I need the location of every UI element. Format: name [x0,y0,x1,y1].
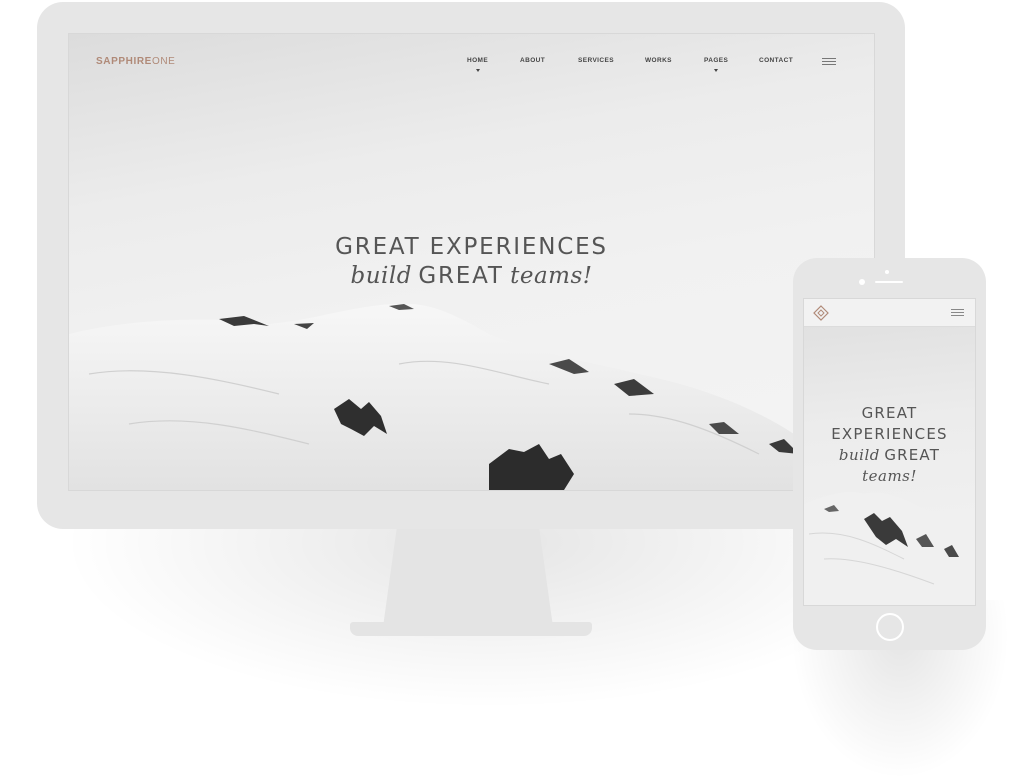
nav-label: ABOUT [520,57,546,64]
monitor-stand-neck [383,529,553,627]
mobile-hero-line-1: GREAT [861,404,918,422]
nav-label: HOME [467,57,489,64]
phone-front-camera [859,279,865,285]
mobile-phone: GREAT EXPERIENCES build GREAT teams! [793,258,986,650]
nav-label: SERVICES [578,57,614,64]
mobile-hero-word-build: build [838,446,880,464]
nav-item-pages[interactable]: PAGES [704,57,728,72]
mobile-hero-line-3: build GREAT [804,445,975,466]
hero-line-2: build GREAT teams! [69,262,874,289]
logo-text-bold: SAPPHIRE [96,56,152,67]
diamond-logo-icon[interactable] [813,305,829,321]
phone-home-button[interactable] [876,613,904,641]
site-logo[interactable]: SAPPHIREONE [96,56,175,67]
monitor-stand-base [350,622,592,636]
hero-line-1: GREAT EXPERIENCES [335,234,608,260]
desktop-screen: SAPPHIREONE HOME ABOUT SERVICES WORKS PA… [68,33,875,491]
mobile-hero-headline: GREAT EXPERIENCES build GREAT teams! [804,403,975,487]
hamburger-icon[interactable] [951,309,964,317]
hero-word-teams: teams! [510,263,593,289]
hero-headline: GREAT EXPERIENCES build GREAT teams! [69,234,874,289]
nav-label: WORKS [645,57,672,64]
mobile-header [804,299,975,327]
caret-down-icon [714,69,719,72]
nav-item-home[interactable]: HOME [467,57,488,72]
hero-word-great: GREAT [418,263,504,289]
nav-label: CONTACT [759,57,794,64]
mobile-hero-line-4: teams! [862,467,917,485]
nav-label: PAGES [704,57,729,64]
caret-down-icon [475,69,480,72]
logo-text-thin: ONE [151,56,176,67]
phone-speaker [875,281,903,283]
phone-screen: GREAT EXPERIENCES build GREAT teams! [803,298,976,606]
mobile-hero-line-2: EXPERIENCES [831,425,948,443]
mobile-hero-word-great: GREAT [884,446,941,464]
nav-item-about[interactable]: ABOUT [520,57,545,64]
nav-item-services[interactable]: SERVICES [578,57,614,64]
nav-item-works[interactable]: WORKS [645,57,672,64]
hero-word-build: build [350,263,412,289]
nav-item-contact[interactable]: CONTACT [759,57,793,64]
phone-camera-dot [885,270,889,274]
hamburger-icon[interactable] [822,58,836,66]
